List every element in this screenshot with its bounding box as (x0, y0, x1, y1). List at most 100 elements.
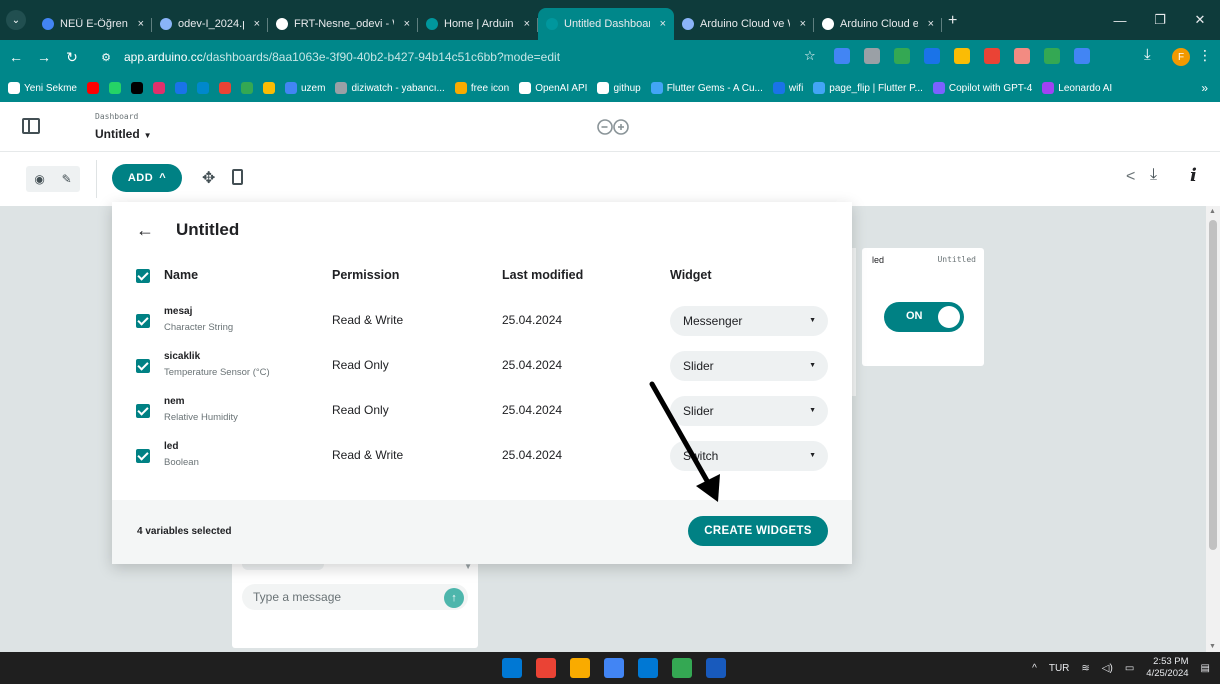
downloads-icon[interactable]: ⤓ (1144, 46, 1151, 63)
taskbar-app-icon[interactable] (672, 658, 692, 678)
bookmark-item[interactable]: Yeni Sekme (8, 82, 77, 94)
tab-close-icon[interactable]: × (660, 18, 666, 30)
reload-icon[interactable]: ↻ (60, 49, 84, 66)
download-icon[interactable]: ⤓ (1150, 166, 1157, 184)
view-edit-toggle[interactable]: ◉ ✎ (26, 166, 80, 192)
browser-tab[interactable]: FRT-Nesne_odevi - W × (268, 10, 418, 38)
tab-close-icon[interactable]: × (800, 18, 806, 30)
browser-tab[interactable]: Untitled Dashboard | × (538, 8, 674, 40)
row-checkbox[interactable] (136, 404, 150, 418)
windows-start-icon[interactable] (502, 658, 522, 678)
bookmark-item[interactable]: wifi (772, 82, 803, 94)
minimize-icon[interactable]: — (1100, 0, 1140, 40)
bookmark-item[interactable] (87, 82, 99, 94)
bookmark-item[interactable]: OpenAI API (519, 82, 587, 94)
select-all-checkbox[interactable] (136, 269, 150, 283)
restore-icon[interactable]: ❐ (1140, 0, 1180, 40)
close-window-icon[interactable]: ✕ (1180, 0, 1220, 40)
tab-close-icon[interactable]: × (254, 18, 260, 30)
clock[interactable]: 2:53 PM 4/25/2024 (1146, 656, 1188, 680)
new-tab-button[interactable]: + (948, 12, 957, 40)
bookmark-item[interactable]: Copilot with GPT-4 (932, 82, 1032, 94)
tab-close-icon[interactable]: × (928, 18, 934, 30)
profile-avatar[interactable]: F (1172, 48, 1190, 66)
volume-icon[interactable]: ◁) (1102, 663, 1113, 674)
tab-close-icon[interactable]: × (524, 18, 530, 30)
browser-tab[interactable]: Arduino Cloud ve W × (674, 10, 814, 38)
extension-icon[interactable] (1044, 48, 1060, 64)
battery-icon[interactable]: ▭ (1125, 663, 1134, 674)
scrollbar-thumb[interactable] (1209, 220, 1217, 550)
scroll-up-icon[interactable]: ▲ (1209, 208, 1216, 215)
bookmark-item[interactable] (197, 82, 209, 94)
bookmark-item[interactable] (153, 82, 165, 94)
bookmark-item[interactable]: free icon (454, 82, 509, 94)
extension-icon[interactable] (1014, 48, 1030, 64)
bookmark-star-icon[interactable]: ☆ (804, 48, 816, 64)
row-checkbox[interactable] (136, 314, 150, 328)
extension-icon[interactable] (924, 48, 940, 64)
taskbar-app-icon[interactable] (706, 658, 726, 678)
canvas-scrollbar[interactable]: ▲ ▼ (1206, 206, 1220, 652)
tab-search-icon[interactable]: ⌄ (6, 10, 26, 30)
extension-icon[interactable] (834, 48, 850, 64)
led-switch[interactable]: ON (884, 302, 964, 332)
bookmark-item[interactable]: Flutter Gems - A Cu... (650, 82, 763, 94)
tray-chevron-icon[interactable]: ^ (1032, 663, 1037, 674)
led-switch-widget[interactable]: led Untitled ON (862, 248, 984, 366)
row-checkbox[interactable] (136, 359, 150, 373)
bookmark-item[interactable]: page_flip | Flutter P... (813, 82, 923, 94)
site-info-icon[interactable]: ⚙ (98, 51, 114, 64)
bookmark-item[interactable] (175, 82, 187, 94)
bookmark-item[interactable] (131, 82, 143, 94)
notifications-icon[interactable]: ▤ (1201, 663, 1210, 674)
create-widgets-button[interactable]: CREATE WIDGETS (688, 516, 828, 546)
row-checkbox[interactable] (136, 449, 150, 463)
scroll-down-icon[interactable]: ▼ (1209, 643, 1216, 650)
taskbar-app-icon[interactable] (638, 658, 658, 678)
back-icon[interactable]: ← (4, 49, 28, 65)
info-icon[interactable]: i (1190, 165, 1197, 186)
extension-icon[interactable] (1074, 48, 1090, 64)
bookmark-item[interactable]: uzem (285, 82, 325, 94)
send-message-button[interactable]: ↑ (444, 588, 464, 608)
bookmark-item[interactable]: diziwatch - yabancı... (335, 82, 445, 94)
browser-tab[interactable]: odev-I_2024.pdf × (152, 10, 268, 38)
forward-icon[interactable]: → (32, 49, 56, 65)
bookmark-item[interactable]: Leonardo AI (1042, 82, 1112, 94)
bookmark-item[interactable] (109, 82, 121, 94)
bookmark-item[interactable] (241, 82, 253, 94)
extension-icon[interactable] (984, 48, 1000, 64)
share-icon[interactable]: < (1126, 168, 1135, 186)
dashboard-name-dropdown[interactable]: Untitled ▼ (95, 127, 152, 141)
url-input[interactable]: ⚙ app.arduino.cc/dashboards/8aa1063e-3f9… (98, 45, 822, 69)
edit-icon[interactable]: ✎ (62, 172, 72, 186)
taskbar-app-icon[interactable] (570, 658, 590, 678)
extension-icon[interactable] (894, 48, 910, 64)
browser-tab[interactable]: Arduino Cloud esp32 × (814, 10, 942, 38)
widget-type-select[interactable]: Slider ▼ (670, 351, 828, 381)
message-input[interactable]: Type a message (242, 584, 468, 610)
extension-icon[interactable] (864, 48, 880, 64)
back-arrow-icon[interactable]: ← (136, 220, 154, 241)
add-widget-button[interactable]: ADD ^ (112, 164, 182, 192)
bookmarks-overflow[interactable]: » (1201, 81, 1208, 95)
mobile-view-icon[interactable] (232, 169, 243, 185)
bookmark-item[interactable] (219, 82, 231, 94)
tab-close-icon[interactable]: × (404, 18, 410, 30)
wifi-icon[interactable]: ≋ (1081, 663, 1089, 674)
browser-tab[interactable]: Home | Arduino Clou × (418, 10, 538, 38)
sidebar-toggle-icon[interactable] (22, 118, 40, 134)
bookmark-item[interactable]: githup (597, 82, 641, 94)
taskbar-app-icon[interactable] (536, 658, 556, 678)
tab-close-icon[interactable]: × (138, 18, 144, 30)
widget-type-select[interactable]: Switch ▼ (670, 441, 828, 471)
browser-tab[interactable]: NEÜ E-Öğrenme Siste × (34, 10, 152, 38)
widget-type-select[interactable]: Messenger ▼ (670, 306, 828, 336)
extension-icon[interactable] (954, 48, 970, 64)
arrange-icon[interactable]: ✥ (202, 168, 215, 188)
bookmark-item[interactable] (263, 82, 275, 94)
taskbar-app-icon[interactable] (604, 658, 624, 678)
language-indicator[interactable]: TUR (1049, 663, 1070, 674)
widget-type-select[interactable]: Slider ▼ (670, 396, 828, 426)
